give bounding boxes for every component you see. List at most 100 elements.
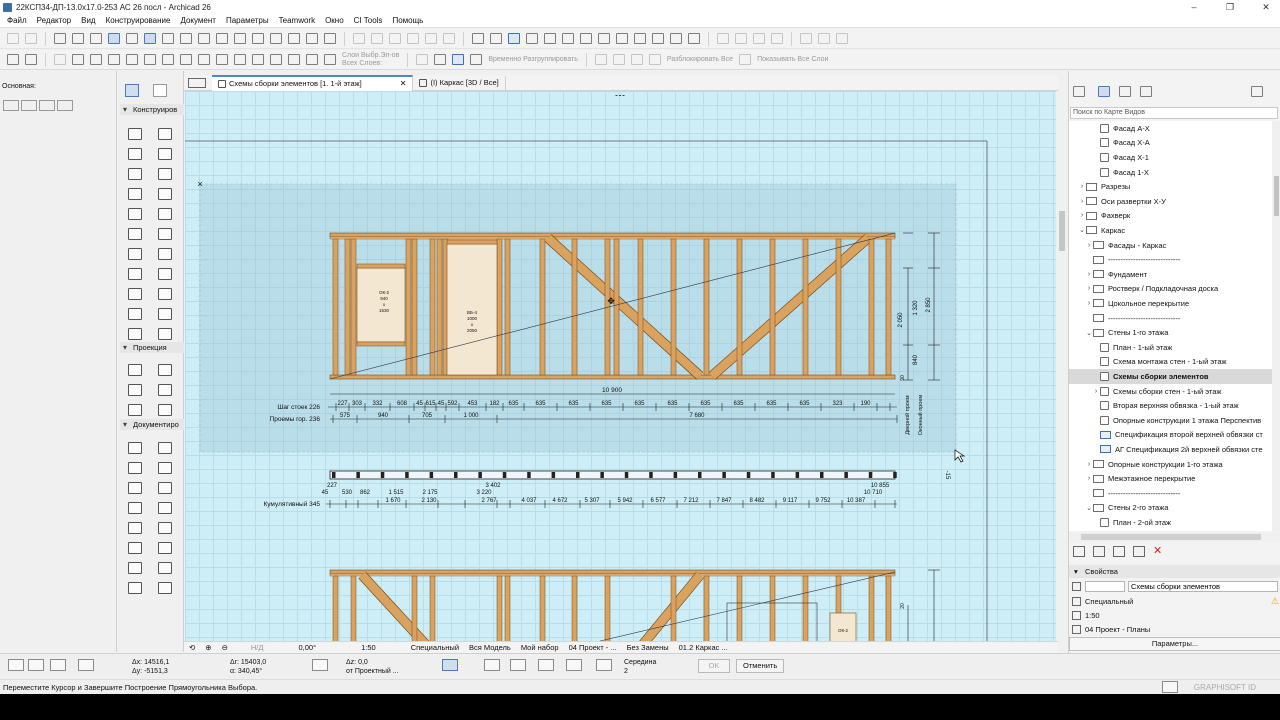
view-map-icon[interactable] xyxy=(1098,85,1110,97)
railing-icon[interactable] xyxy=(198,54,210,65)
navigation-icon[interactable] xyxy=(324,33,336,44)
lock-icon[interactable] xyxy=(216,33,228,44)
navigator-search-input[interactable]: Поиск по Карте Видов xyxy=(1070,107,1278,119)
layer-hide-icon[interactable] xyxy=(324,54,336,65)
slab-icon[interactable] xyxy=(108,54,120,65)
selection-all-icon[interactable] xyxy=(57,100,73,111)
curtain-wall-tool-icon[interactable] xyxy=(128,582,142,594)
tree-item[interactable]: Опорные конструкции 1 этажа Перспектив xyxy=(1069,413,1272,428)
bring-front-icon[interactable] xyxy=(818,33,830,44)
lamp-tool-icon[interactable] xyxy=(158,248,172,260)
relative-icon[interactable] xyxy=(78,659,94,671)
align-icon[interactable] xyxy=(544,33,556,44)
skylight-tool-icon[interactable] xyxy=(158,228,172,240)
spline-tool-icon[interactable] xyxy=(158,442,172,454)
tree-item[interactable]: Фасад 1-Х xyxy=(1069,165,1272,180)
menu-document[interactable]: Документ xyxy=(175,16,221,25)
expand-arrow-icon[interactable]: › xyxy=(1085,300,1093,307)
redo-icon[interactable] xyxy=(25,33,37,44)
selection-method-icon[interactable] xyxy=(3,100,19,111)
cancel-button[interactable]: Отменить xyxy=(736,659,785,673)
snap-icon[interactable] xyxy=(126,33,138,44)
toolbox-section-design[interactable]: Конструиров xyxy=(120,104,184,115)
selection-rotated-icon[interactable] xyxy=(39,100,55,111)
menu-help[interactable]: Помощь xyxy=(387,16,428,25)
door-tool-icon[interactable] xyxy=(158,582,172,594)
railing-tool-icon[interactable] xyxy=(158,562,172,574)
project-map-icon[interactable] xyxy=(1073,85,1085,97)
coordinates-icon[interactable] xyxy=(50,659,66,671)
tree-item[interactable]: › Оси развертки Х-У xyxy=(1069,194,1272,209)
menu-teamwork[interactable]: Teamwork xyxy=(274,16,320,25)
sheet-icon[interactable] xyxy=(25,54,37,65)
ungroup-temp-button[interactable]: Временно Разгруппировать xyxy=(488,56,578,63)
column-tool-icon[interactable] xyxy=(158,502,172,514)
guide-lines-icon[interactable] xyxy=(144,33,156,44)
undo-icon[interactable] xyxy=(7,33,19,44)
tree-item[interactable]: › Опорные конструкции 1-го этажа xyxy=(1069,457,1272,472)
elevate-icon[interactable] xyxy=(407,33,419,44)
tree-item[interactable]: › Цокольное перекрытие xyxy=(1069,296,1272,311)
column-tool-icon[interactable] xyxy=(158,128,172,140)
tree-item[interactable]: АГ Спецификация 2й верхней обвязки сте xyxy=(1069,442,1272,457)
beam-tool-icon[interactable] xyxy=(128,148,142,160)
zone-icon[interactable] xyxy=(234,54,246,65)
tree-item[interactable]: Вторая верхняя обвязка - 1-ый этаж xyxy=(1069,398,1272,413)
elevation-tool-icon[interactable] xyxy=(128,328,142,340)
tree-item[interactable]: › Разрезы xyxy=(1069,179,1272,194)
tab-frame-3d[interactable]: (I) Каркас [3D / Все] xyxy=(413,75,506,90)
scale-value[interactable]: 1:50 xyxy=(1085,611,1100,620)
tree-item[interactable]: Схемы сборки элементов xyxy=(1069,369,1272,384)
shell-tool-icon[interactable] xyxy=(158,168,172,180)
graphic-override[interactable]: 04 Проект - ... xyxy=(569,643,617,652)
snap-toggle-icon[interactable] xyxy=(510,659,526,671)
tree-item[interactable]: ----------------------------- xyxy=(1069,486,1272,501)
line-type-icon[interactable] xyxy=(312,659,328,671)
expand-arrow-icon[interactable]: › xyxy=(1078,183,1086,190)
menu-options[interactable]: Параметры xyxy=(221,16,274,25)
suspend-groups-icon[interactable] xyxy=(753,33,765,44)
lock-element-icon[interactable] xyxy=(771,33,783,44)
tree-item[interactable]: План - 1-ый этаж xyxy=(1069,340,1272,355)
railing-tool-icon[interactable] xyxy=(158,188,172,200)
lock-all-icon[interactable] xyxy=(630,54,643,65)
tree-item[interactable]: › Схемы сборки стен - 1-ый этаж xyxy=(1069,384,1272,399)
morph-tool-icon[interactable] xyxy=(128,288,142,300)
fill-tool-icon[interactable] xyxy=(158,384,172,396)
shell-icon[interactable] xyxy=(144,54,156,65)
zoom-in-icon[interactable]: ⊕ xyxy=(205,643,211,652)
tree-item[interactable]: ⌄ Стены 2-го этажа xyxy=(1069,501,1272,516)
renovation-filter[interactable]: Без Замены xyxy=(627,643,669,652)
layer-icon[interactable] xyxy=(800,33,812,44)
view-name-field[interactable] xyxy=(1128,581,1278,592)
tab-list-icon[interactable] xyxy=(188,77,206,88)
selection-polygon-icon[interactable] xyxy=(21,100,37,111)
layout-book-icon[interactable] xyxy=(1119,85,1131,97)
marquee-tool-icon[interactable] xyxy=(153,84,167,97)
profile-icon[interactable] xyxy=(580,33,592,44)
view-settings-icon[interactable] xyxy=(1133,546,1145,557)
eraser-icon[interactable] xyxy=(180,33,192,44)
tree-item[interactable]: ⌄ Каркас xyxy=(1069,223,1272,238)
tree-item[interactable]: › Фасады - Каркас xyxy=(1069,238,1272,253)
publisher-sets-icon[interactable] xyxy=(1140,85,1152,97)
distribute-icon[interactable] xyxy=(562,33,574,44)
hotspot-tool-icon[interactable] xyxy=(128,462,142,474)
layer-visibility-icon[interactable] xyxy=(288,54,300,65)
expand-arrow-icon[interactable]: › xyxy=(1078,212,1086,219)
tab-assembly-schemes[interactable]: Схемы сборки элементов [1. 1-й этаж] ✕ xyxy=(212,74,414,91)
shell-tool-icon[interactable] xyxy=(158,542,172,554)
pick-up-icon[interactable] xyxy=(54,33,66,44)
expand-arrow-icon[interactable]: › xyxy=(1085,475,1093,482)
unlock-all-button[interactable]: Разблокировать Все xyxy=(667,56,733,63)
section-tool-icon[interactable] xyxy=(158,308,172,320)
beam-tool-icon[interactable] xyxy=(128,522,142,534)
expand-arrow-icon[interactable]: › xyxy=(1078,198,1086,205)
change-tool-icon[interactable] xyxy=(128,482,142,494)
roof-icon[interactable] xyxy=(126,54,138,65)
roof-tool-icon[interactable] xyxy=(128,168,142,180)
move-icon[interactable] xyxy=(353,33,365,44)
wall-tool-icon[interactable] xyxy=(128,128,142,140)
offset-icon[interactable] xyxy=(443,33,455,44)
render-icon[interactable] xyxy=(306,33,318,44)
